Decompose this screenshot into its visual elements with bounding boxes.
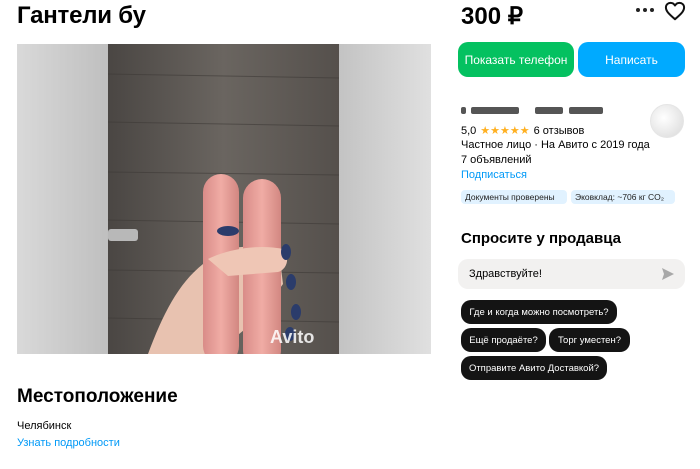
listing-photo: [108, 44, 339, 354]
subscribe-link[interactable]: Подписаться: [461, 169, 527, 181]
gallery-blur-left: [17, 44, 108, 354]
heart-icon[interactable]: [664, 1, 686, 21]
photo-gallery[interactable]: Avito: [17, 44, 431, 354]
seller-avatar[interactable]: [650, 104, 684, 138]
avito-watermark: Avito: [270, 327, 315, 347]
listing-price: 300 ₽: [461, 3, 523, 30]
write-message-button[interactable]: Написать: [578, 42, 685, 77]
location-title: Местоположение: [17, 386, 178, 407]
send-icon[interactable]: [662, 268, 674, 280]
message-input[interactable]: Здравствуйте!: [458, 259, 685, 289]
rating-value: 5,0: [461, 124, 477, 137]
more-icon[interactable]: [636, 8, 654, 14]
badge-eco-contribution[interactable]: Эковклад: ~706 кг CO₂: [571, 190, 675, 204]
location-city: Челябинск: [17, 420, 72, 432]
seller-rating: 5,0 ★★★★★ 6 отзывов: [461, 124, 585, 138]
location-details-link[interactable]: Узнать подробности: [17, 437, 120, 449]
quick-question-chip[interactable]: Торг уместен?: [549, 328, 630, 352]
quick-question-chip[interactable]: Где и когда можно посмотреть?: [461, 300, 617, 324]
badge-documents-verified: Документы проверены: [461, 190, 567, 204]
quick-question-chip[interactable]: Отправите Авито Доставкой?: [461, 356, 607, 380]
star-icon: ★★★★★: [480, 125, 530, 137]
ask-seller-title: Спросите у продавца: [461, 230, 621, 247]
listing-title: Гантели бу: [17, 2, 146, 29]
gallery-blur-right: [339, 44, 431, 354]
show-phone-button[interactable]: Показать телефон: [458, 42, 574, 77]
seller-type: Частное лицо · На Авито с 2019 года: [461, 139, 650, 151]
reviews-link[interactable]: 6 отзывов: [534, 125, 585, 137]
seller-ads-count[interactable]: 7 объявлений: [461, 154, 532, 166]
quick-question-chip[interactable]: Ещё продаёте?: [461, 328, 546, 352]
seller-name[interactable]: [461, 103, 611, 117]
